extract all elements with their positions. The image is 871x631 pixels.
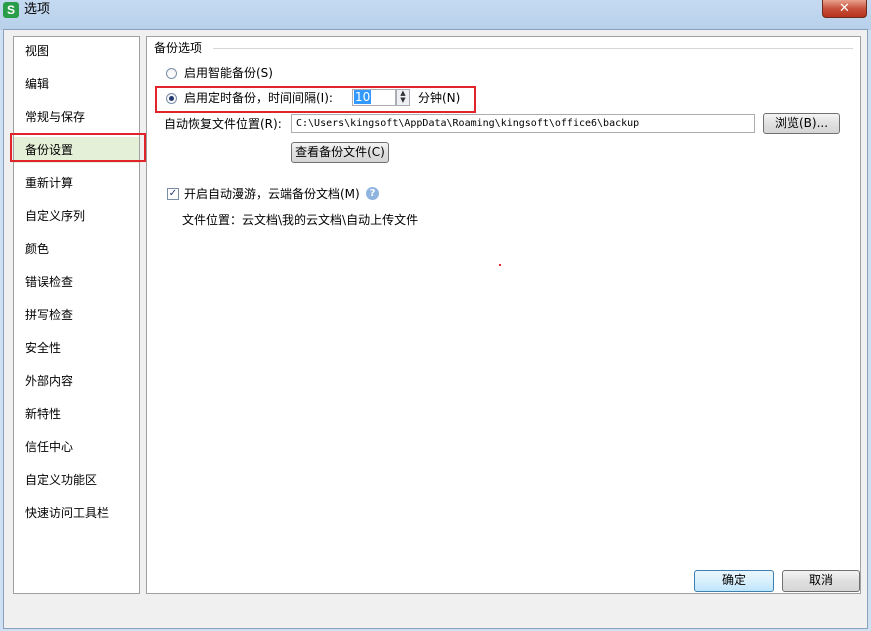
view-backup-files-button[interactable]: 查看备份文件(C) bbox=[291, 142, 389, 163]
dialog-client-area: 视图 编辑 常规与保存 备份设置 重新计算 自定义序列 颜色 错误检查 拼写检查… bbox=[3, 29, 868, 629]
nav-item-customize-ribbon[interactable]: 自定义功能区 bbox=[14, 467, 139, 493]
nav-item-colors[interactable]: 颜色 bbox=[14, 236, 139, 262]
browse-button[interactable]: 浏览(B)... bbox=[763, 113, 840, 134]
file-location-text: 文件位置：云文档\我的云文档\自动上传文件 bbox=[182, 213, 419, 227]
smart-backup-label[interactable]: 启用智能备份(S) bbox=[184, 65, 273, 81]
nav-item-recalculate[interactable]: 重新计算 bbox=[14, 170, 139, 196]
window-title: 选项 bbox=[24, 2, 51, 17]
backup-group-title: 备份选项 bbox=[154, 40, 207, 56]
smart-backup-radio[interactable] bbox=[166, 68, 177, 79]
nav-item-general-save[interactable]: 常规与保存 bbox=[14, 104, 139, 130]
nav-item-new-features[interactable]: 新特性 bbox=[14, 401, 139, 427]
recovery-path-field[interactable]: C:\Users\kingsoft\AppData\Roaming\kingso… bbox=[291, 114, 755, 133]
recovery-path-label: 自动恢复文件位置(R): bbox=[164, 117, 282, 131]
wps-spreadsheet-icon: S bbox=[3, 2, 19, 18]
nav-item-custom-lists[interactable]: 自定义序列 bbox=[14, 203, 139, 229]
nav-item-error-checking[interactable]: 错误检查 bbox=[14, 269, 139, 295]
nav-item-view[interactable]: 视图 bbox=[14, 38, 139, 64]
nav-item-edit[interactable]: 编辑 bbox=[14, 71, 139, 97]
nav-item-external-content[interactable]: 外部内容 bbox=[14, 368, 139, 394]
nav-item-spell-check[interactable]: 拼写检查 bbox=[14, 302, 139, 328]
options-dialog: S 选项 ✕ 视图 编辑 常规与保存 备份设置 重新计算 自定义序列 颜色 错误… bbox=[0, 0, 871, 631]
options-nav: 视图 编辑 常规与保存 备份设置 重新计算 自定义序列 颜色 错误检查 拼写检查… bbox=[13, 36, 140, 594]
red-marker-dot bbox=[499, 264, 501, 266]
title-bar[interactable]: S 选项 ✕ bbox=[0, 0, 871, 22]
timed-backup-highlight-box bbox=[155, 86, 476, 113]
help-icon[interactable]: ? bbox=[366, 187, 379, 200]
ok-button[interactable]: 确定 bbox=[694, 570, 774, 592]
cloud-roaming-checkbox[interactable]: ✓ bbox=[167, 188, 179, 200]
close-button[interactable]: ✕ bbox=[822, 0, 867, 18]
nav-item-trust-center[interactable]: 信任中心 bbox=[14, 434, 139, 460]
group-divider bbox=[213, 48, 853, 49]
nav-item-security[interactable]: 安全性 bbox=[14, 335, 139, 361]
nav-item-quick-access-toolbar[interactable]: 快速访问工具栏 bbox=[14, 500, 139, 526]
nav-selection-highlight-box bbox=[10, 133, 146, 162]
cancel-button[interactable]: 取消 bbox=[782, 570, 860, 592]
cloud-roaming-label[interactable]: 开启自动漫游，云端备份文档(M) bbox=[184, 186, 360, 202]
backup-settings-panel: 备份选项 启用智能备份(S) 启用定时备份，时间间隔(I): 10 ▲ ▼ 分钟… bbox=[146, 36, 861, 594]
